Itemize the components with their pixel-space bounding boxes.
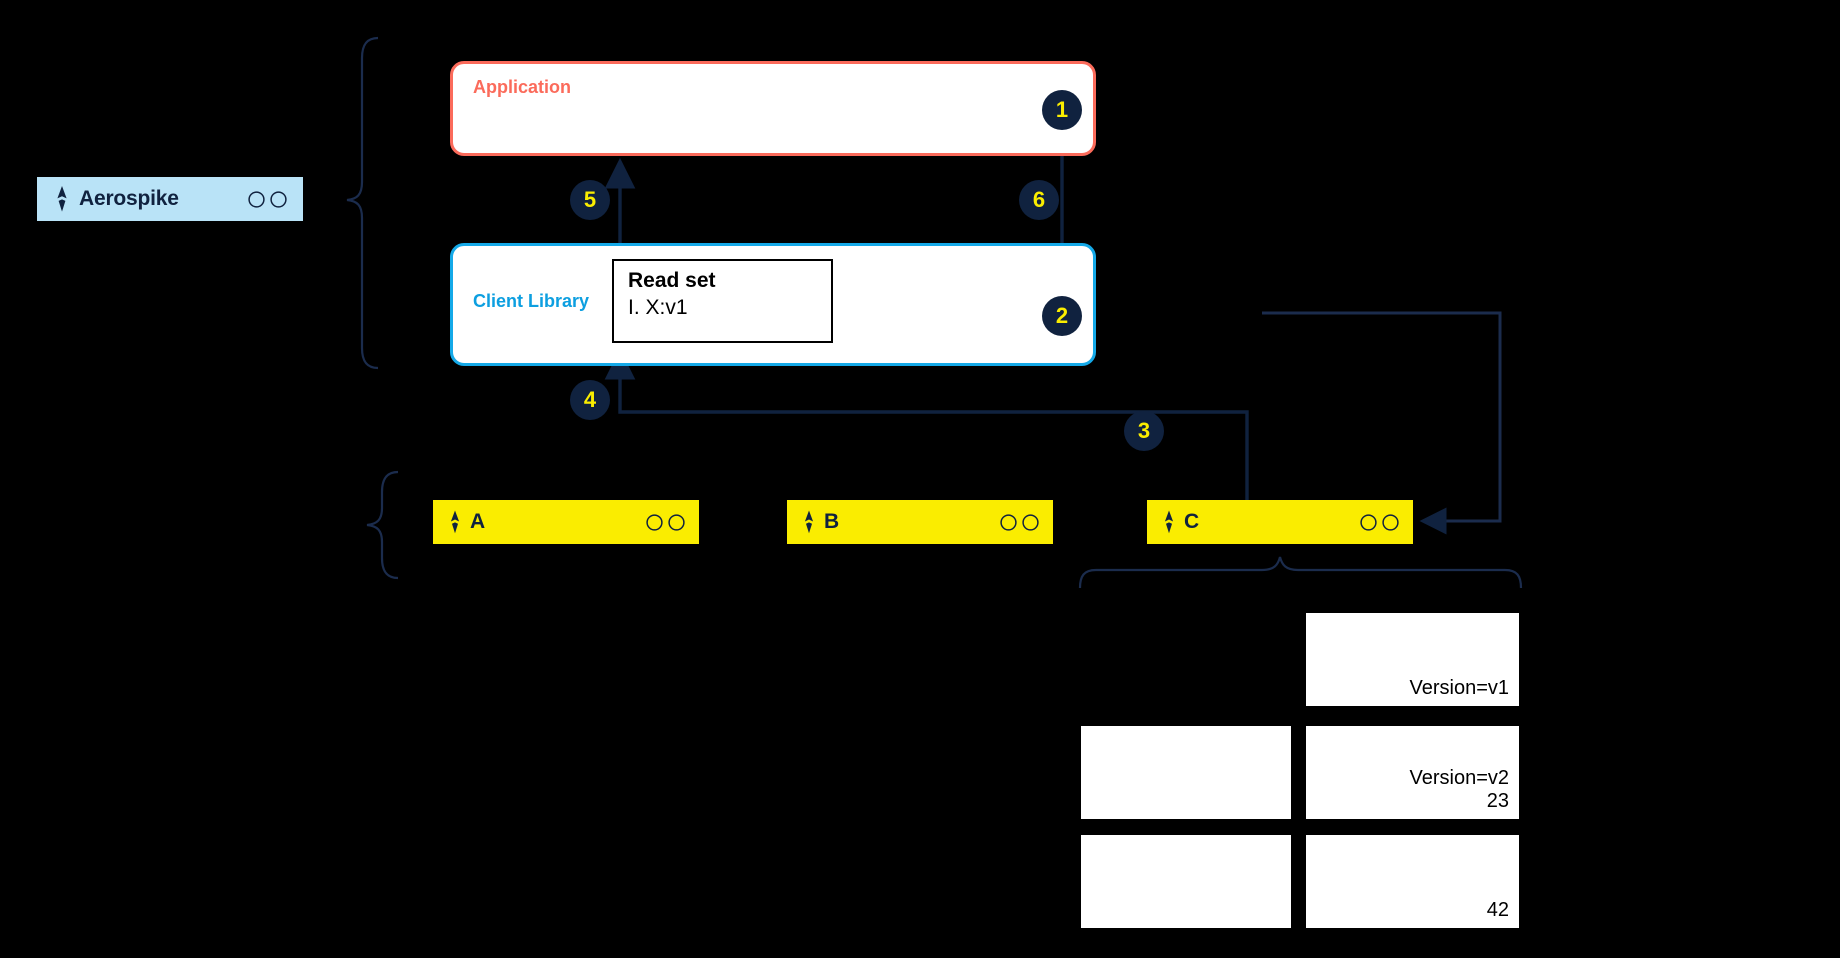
read-set-title: Read set <box>628 269 716 292</box>
application-box: Application <box>450 61 1096 156</box>
step-badge-5: 5 <box>570 180 610 220</box>
brace-node-row <box>366 470 399 580</box>
circle-icon <box>1022 513 1039 531</box>
application-label: Application <box>473 77 571 97</box>
version-cell-row3-left <box>1081 835 1291 928</box>
version-cell-text-line1: Version=v2 <box>1409 767 1509 789</box>
node-b: B <box>787 500 1053 544</box>
version-cell-row1-right: Version=v1 <box>1306 613 1519 706</box>
step-badge-3: 3 <box>1124 411 1164 451</box>
aerospike-cluster-pill: Aerospike <box>37 177 303 221</box>
aerospike-logo-icon <box>1161 510 1177 534</box>
circle-icon <box>1382 513 1399 531</box>
version-cell-row2-left <box>1081 726 1291 819</box>
version-cell-text: 42 <box>1486 899 1509 921</box>
step-badge-1: 1 <box>1042 90 1082 130</box>
brace-node-c-storage <box>1078 556 1523 589</box>
version-cell-row2-right: Version=v2 23 <box>1306 726 1519 819</box>
version-cell-text-line2: 23 <box>1486 790 1509 812</box>
step-badge-4: 4 <box>570 380 610 420</box>
circle-icon <box>1360 513 1377 531</box>
diagram-canvas: Aerospike Application Client Library Rea… <box>0 0 1840 958</box>
node-a-label: A <box>470 510 486 533</box>
aerospike-logo-icon <box>801 510 817 534</box>
node-c-label: C <box>1184 510 1200 533</box>
aerospike-logo-icon <box>447 510 463 534</box>
client-library-label: Client Library <box>473 291 590 311</box>
brace-client-stack <box>346 36 379 370</box>
read-set-item: I. X:v1 <box>628 296 688 320</box>
arrow-step-3 <box>1262 311 1502 535</box>
circle-icon <box>1000 513 1017 531</box>
node-c-dots <box>1360 513 1399 531</box>
read-set-box: Read set I. X:v1 <box>612 259 833 343</box>
node-a: A <box>433 500 699 544</box>
version-cell-row3-right: 42 <box>1306 835 1519 928</box>
node-b-dots <box>1000 513 1039 531</box>
circle-icon <box>668 513 685 531</box>
aerospike-pill-label: Aerospike <box>79 187 179 210</box>
version-cell-text: Version=v1 <box>1409 677 1509 699</box>
step-badge-2: 2 <box>1042 296 1082 336</box>
node-a-dots <box>646 513 685 531</box>
circle-icon <box>270 190 287 208</box>
step-badge-6: 6 <box>1019 180 1059 220</box>
pill-node-dots <box>248 190 287 208</box>
node-c: C <box>1147 500 1413 544</box>
circle-icon <box>646 513 663 531</box>
node-b-label: B <box>824 510 840 533</box>
aerospike-logo-icon <box>53 186 71 212</box>
circle-icon <box>248 190 265 208</box>
